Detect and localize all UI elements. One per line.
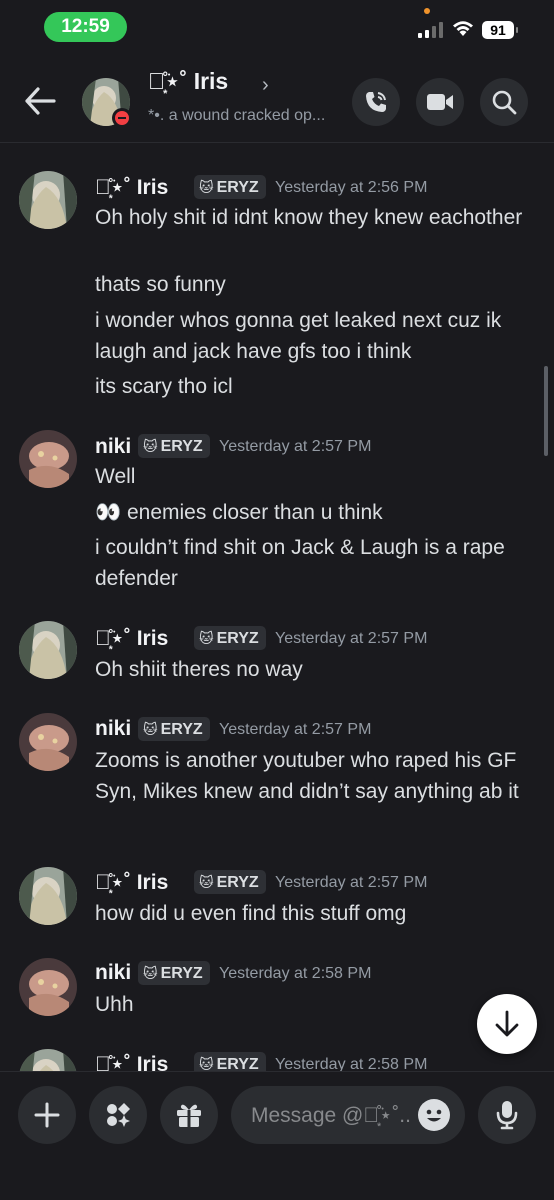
status-bar: 12:59 91 <box>0 0 554 56</box>
clan-tag[interactable]: 🐱 ERYZ <box>138 961 210 985</box>
emoji-button[interactable] <box>418 1099 450 1131</box>
message-text: i couldn’t find shit on Jack & Laugh is … <box>95 536 505 590</box>
avatar[interactable] <box>19 713 77 771</box>
message-input[interactable] <box>249 1086 413 1146</box>
clan-tag-label: ERYZ <box>216 874 259 891</box>
clan-tag-label: ERYZ <box>216 630 259 647</box>
custom-status-text: *•. a wound cracked op... <box>148 107 326 124</box>
message-timestamp: Yesterday at 2:58 PM <box>275 1056 428 1071</box>
wifi-icon <box>453 21 473 36</box>
apps-icon <box>107 1103 130 1127</box>
message-author[interactable]: ☥͙̊͘⋆˚ Iris <box>95 626 168 651</box>
microphone-icon <box>496 1101 518 1130</box>
message-author[interactable]: niki <box>95 961 131 985</box>
message-author[interactable]: niki <box>95 435 131 459</box>
message-author[interactable]: ☥͙̊͘⋆˚ Iris <box>95 175 168 200</box>
clan-tag[interactable]: 🐱 ERYZ <box>194 870 266 894</box>
gift-button[interactable] <box>160 1086 218 1144</box>
avatar[interactable] <box>19 867 77 925</box>
privacy-indicator-dot <box>424 8 430 14</box>
cat-icon: 🐱 <box>199 630 214 646</box>
message-author[interactable]: niki <box>95 717 131 741</box>
message-author[interactable]: ☥͙̊͘⋆˚ Iris <box>95 870 168 895</box>
clan-tag-label: ERYZ <box>216 1056 259 1071</box>
message-text: how did u even find this stuff omg <box>95 902 407 925</box>
message-timestamp: Yesterday at 2:58 PM <box>219 965 372 982</box>
avatar[interactable] <box>19 621 77 679</box>
clan-tag[interactable]: 🐱 ERYZ <box>138 717 210 741</box>
message-text: 👀 enemies closer than u think <box>95 501 383 524</box>
video-camera-icon <box>427 94 453 110</box>
clan-tag[interactable]: 🐱 ERYZ <box>138 434 210 458</box>
cat-icon: 🐱 <box>199 1056 214 1071</box>
message-author[interactable]: ☥͙̊͘⋆˚ Iris <box>95 1052 168 1071</box>
avatar[interactable] <box>19 171 77 229</box>
battery-level: 91 <box>482 21 518 39</box>
chevron-right-icon[interactable]: › <box>262 74 269 97</box>
message-input-container[interactable] <box>231 1086 465 1146</box>
avatar[interactable] <box>19 958 77 1016</box>
clan-tag[interactable]: 🐱 ERYZ <box>194 1052 266 1071</box>
message-text: Oh holy shit id idnt know they knew each… <box>95 206 523 229</box>
clan-tag-label: ERYZ <box>160 965 203 982</box>
cat-icon: 🐱 <box>143 965 158 981</box>
dm-username[interactable]: ☥͙̊͘⋆˚ Iris <box>148 68 228 95</box>
cellular-signal-icon <box>418 22 443 38</box>
cat-icon: 🐱 <box>199 179 214 195</box>
cat-icon: 🐱 <box>199 874 214 890</box>
message-text: Oh shiit theres no way <box>95 658 303 681</box>
cat-icon: 🐱 <box>143 438 158 454</box>
avatar[interactable] <box>19 430 77 488</box>
video-call-button[interactable] <box>416 78 464 126</box>
clan-tag-label: ERYZ <box>160 721 203 738</box>
dm-header: ☥͙̊͘⋆˚ Iris › *•. a wound cracked op... <box>0 56 554 143</box>
back-arrow-icon[interactable] <box>24 86 56 116</box>
message-composer <box>0 1071 554 1200</box>
attach-button[interactable] <box>18 1086 76 1144</box>
emoji-icon <box>426 1109 442 1122</box>
message-text: Well <box>95 465 136 488</box>
message-timestamp: Yesterday at 2:57 PM <box>219 438 372 455</box>
message-timestamp: Yesterday at 2:56 PM <box>275 179 428 196</box>
apps-button[interactable] <box>89 1086 147 1144</box>
clan-tag-label: ERYZ <box>160 438 203 455</box>
message-timestamp: Yesterday at 2:57 PM <box>275 874 428 891</box>
message-text: Uhh <box>95 993 134 1016</box>
clan-tag[interactable]: 🐱 ERYZ <box>194 626 266 650</box>
search-icon <box>492 90 517 115</box>
message-text: thats so funny <box>95 273 226 296</box>
plus-icon <box>34 1102 60 1128</box>
clan-tag-label: ERYZ <box>216 179 259 196</box>
gift-icon <box>177 1104 201 1127</box>
message-timestamp: Yesterday at 2:57 PM <box>219 721 372 738</box>
dnd-status-indicator <box>112 108 132 128</box>
message-text: its scary tho icl <box>95 375 233 398</box>
jump-to-bottom-icon <box>495 1010 519 1037</box>
avatar[interactable] <box>19 1049 77 1071</box>
jump-to-bottom-button[interactable] <box>477 994 537 1054</box>
cat-icon: 🐱 <box>143 721 158 737</box>
scrollbar[interactable] <box>544 366 548 456</box>
message-text: i wonder whos gonna get leaked next cuz … <box>95 309 502 363</box>
message-timestamp: Yesterday at 2:57 PM <box>275 630 428 647</box>
phone-icon <box>366 92 386 112</box>
voice-call-button[interactable] <box>352 78 400 126</box>
voice-message-button[interactable] <box>478 1086 536 1144</box>
search-button[interactable] <box>480 78 528 126</box>
message-text: Zooms is another youtuber who raped his … <box>95 749 519 803</box>
clan-tag[interactable]: 🐱 ERYZ <box>194 175 266 199</box>
message-list[interactable]: ☥͙̊͘⋆˚ Iris 🐱 ERYZ Yesterday at 2:56 PM O… <box>0 143 554 1071</box>
status-time: 12:59 <box>44 12 127 42</box>
